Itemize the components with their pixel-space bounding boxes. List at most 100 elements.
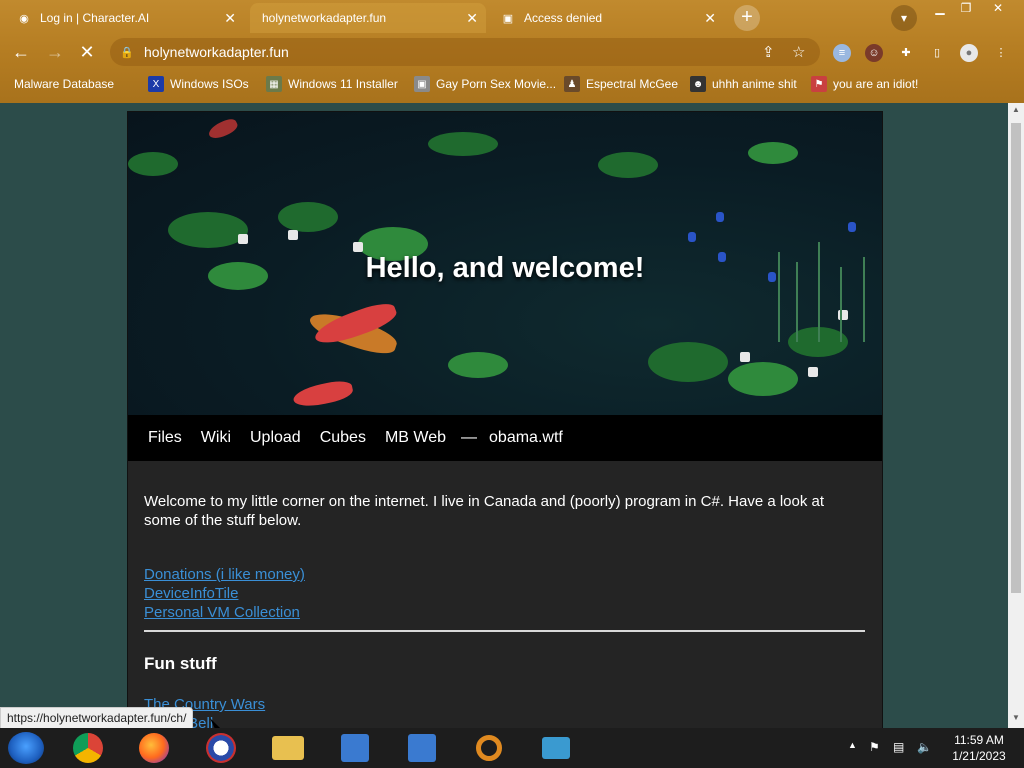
nav-wiki[interactable]: Wiki: [201, 429, 231, 447]
system-clock[interactable]: 11:59 AM 1/21/2023: [944, 732, 1014, 764]
scroll-thumb[interactable]: [1011, 123, 1021, 593]
koi-fish: [206, 116, 240, 142]
extension-avatar-icon[interactable]: ☺: [865, 44, 883, 62]
taskbar-chrome[interactable]: [59, 730, 117, 766]
scroll-up-icon[interactable]: ▲: [1012, 105, 1020, 114]
tab-title: holynetworkadapter.fun: [262, 11, 387, 25]
lily-pad: [428, 132, 498, 156]
bookmark-windows-11-installer[interactable]: ▦ Windows 11 Installer: [266, 74, 398, 94]
link-ferret-bell[interactable]: Ferret Bell: [144, 714, 866, 728]
tray-expand-icon[interactable]: ▲: [848, 740, 857, 750]
blue-flower: [848, 222, 856, 232]
back-button[interactable]: ←: [8, 40, 34, 66]
profile-icon[interactable]: ●: [960, 44, 978, 62]
lotus-flower: [353, 242, 363, 252]
blue-flower: [716, 212, 724, 222]
taskbar-download-app[interactable]: [527, 730, 585, 766]
taskbar-search-app[interactable]: [460, 730, 518, 766]
url-input[interactable]: [144, 44, 704, 60]
tab-title: Log in | Character.AI: [40, 11, 150, 25]
tab-search-button[interactable]: ▾: [891, 5, 917, 31]
share-icon[interactable]: ⇪: [762, 43, 775, 61]
flag-icon: ⚑: [811, 76, 827, 92]
address-bar[interactable]: 🔒 ⇪ ☆: [110, 38, 820, 66]
bookmark-movie[interactable]: ▣ Gay Porn Sex Movie...: [414, 74, 556, 94]
link-donations[interactable]: Donations (i like money): [144, 565, 866, 584]
lily-pad: [128, 152, 178, 176]
volume-icon[interactable]: 🔈: [917, 740, 932, 754]
taskbar-file-explorer[interactable]: [259, 730, 317, 766]
divider: [144, 630, 865, 632]
link-vm-collection[interactable]: Personal VM Collection: [144, 603, 866, 622]
bookmark-espectral-mcgee[interactable]: ♟ Espectral McGee: [564, 74, 678, 94]
character-icon: ♟: [564, 76, 580, 92]
tab-close-icon[interactable]: ✕: [466, 10, 478, 27]
extensions-puzzle-icon[interactable]: ✚: [897, 44, 915, 62]
lily-pad: [598, 152, 658, 178]
nav-files[interactable]: Files: [148, 429, 182, 447]
menu-kebab-icon[interactable]: ⋮: [992, 44, 1010, 62]
stop-loading-button[interactable]: ✕: [74, 40, 100, 66]
chrome-icon: [73, 733, 103, 763]
nav-mb-web[interactable]: MB Web: [385, 429, 446, 447]
taskbar-firefox[interactable]: [125, 730, 183, 766]
koi-fish: [291, 377, 355, 411]
bookmark-star-icon[interactable]: ☆: [792, 43, 805, 61]
taskbar-installer-2[interactable]: [393, 730, 451, 766]
magnifier-icon: [476, 735, 502, 761]
tab-strip: ◉ Log in | Character.AI ✕ holynetworkada…: [0, 0, 1024, 34]
nav-cubes[interactable]: Cubes: [320, 429, 366, 447]
tab-character-ai[interactable]: ◉ Log in | Character.AI ✕: [4, 3, 244, 33]
tab-access-denied[interactable]: ▣ Access denied ✕: [488, 3, 724, 33]
anime-face-icon: ☻: [690, 76, 706, 92]
folder-icon: [272, 736, 304, 760]
link-status-bubble: https://holynetworkadapter.fun/ch/: [0, 707, 194, 729]
installer-icon: [341, 734, 369, 762]
link-deviceinfotile[interactable]: DeviceInfoTile: [144, 584, 866, 603]
page-scrollbar[interactable]: ▲ ▼: [1008, 103, 1024, 728]
bookmark-anime[interactable]: ☻ uhhh anime shit: [690, 74, 797, 94]
clock-date: 1/21/2023: [952, 749, 1006, 763]
main-content: Welcome to my little corner on the inter…: [128, 461, 882, 728]
lily-pad: [748, 142, 798, 164]
taskbar-installer-1[interactable]: [326, 730, 384, 766]
lily-pad: [448, 352, 508, 378]
character-ai-favicon-icon: ◉: [19, 12, 29, 25]
nav-obama-wtf[interactable]: obama.wtf: [489, 429, 563, 447]
forward-button[interactable]: →: [42, 40, 68, 66]
tab-holynetworkadapter[interactable]: holynetworkadapter.fun ✕: [250, 3, 486, 33]
clock-time: 11:59 AM: [954, 733, 1004, 747]
nav-upload[interactable]: Upload: [250, 429, 301, 447]
intro-text: Welcome to my little corner on the inter…: [144, 493, 825, 529]
taskbar-obama[interactable]: [192, 730, 250, 766]
scroll-down-icon[interactable]: ▼: [1012, 713, 1020, 722]
extension-flag-icon[interactable]: ≡: [833, 44, 851, 62]
restore-button[interactable]: ❐: [952, 0, 980, 18]
hero-banner: Hello, and welcome!: [128, 112, 882, 415]
minimize-button[interactable]: ▁: [926, 0, 954, 18]
download-icon: [542, 737, 570, 759]
network-icon[interactable]: ▤: [893, 740, 904, 754]
close-window-button[interactable]: ✕: [984, 0, 1012, 18]
taskbar: ▲ ⚑ ▤ 🔈 11:59 AM 1/21/2023: [0, 728, 1024, 768]
tab-close-icon[interactable]: ✕: [224, 10, 236, 27]
link-country-wars[interactable]: The Country Wars: [144, 695, 866, 714]
start-button[interactable]: [8, 732, 44, 764]
blue-flower: [688, 232, 696, 242]
new-tab-button[interactable]: +: [734, 5, 760, 31]
bookmark-malware-database[interactable]: Malware Database: [14, 74, 114, 94]
installer-icon: [408, 734, 436, 762]
bookmark-you-are-an-idiot[interactable]: ⚑ you are an idiot!: [811, 74, 918, 94]
hero-title: Hello, and welcome!: [365, 252, 645, 284]
bookmark-windows-isos[interactable]: X Windows ISOs: [148, 74, 249, 94]
page-viewport: Hello, and welcome! Files Wiki Upload Cu…: [0, 103, 1008, 728]
action-center-flag-icon[interactable]: ⚑: [869, 740, 880, 754]
side-panel-icon[interactable]: ▯: [928, 44, 946, 62]
document-favicon-icon: ▣: [502, 12, 514, 25]
tab-close-icon[interactable]: ✕: [704, 10, 716, 27]
lotus-flower: [740, 352, 750, 362]
lily-pad: [648, 342, 728, 382]
tab-title: Access denied: [524, 11, 603, 25]
lotus-flower: [808, 367, 818, 377]
firefox-icon: [139, 733, 169, 763]
